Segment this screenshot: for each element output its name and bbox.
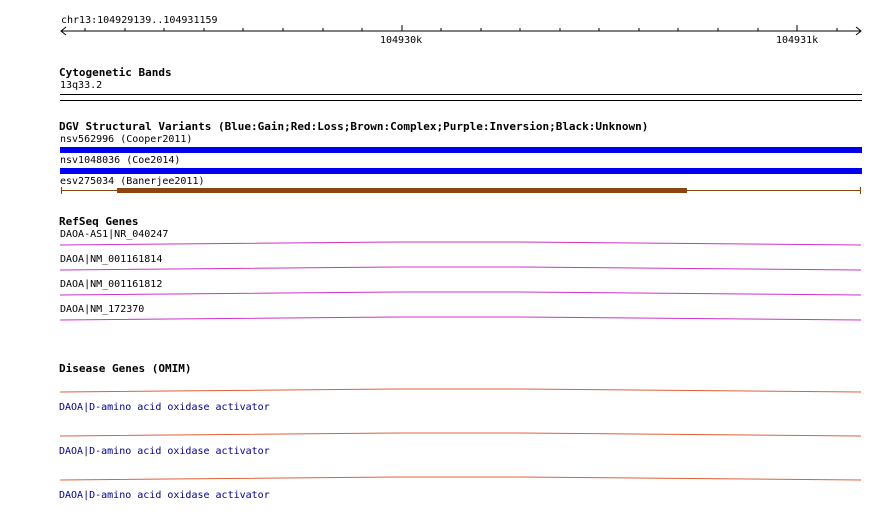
gene-intron-line[interactable] <box>59 316 862 321</box>
gene-intron-line[interactable] <box>59 266 862 271</box>
gene-intron-line[interactable] <box>59 241 862 246</box>
gene-intron-line[interactable] <box>59 432 862 437</box>
gene-intron-line[interactable] <box>59 388 862 393</box>
gene-models <box>59 241 862 481</box>
gene-intron-line[interactable] <box>59 476 862 481</box>
gene-intron-line[interactable] <box>59 291 862 296</box>
